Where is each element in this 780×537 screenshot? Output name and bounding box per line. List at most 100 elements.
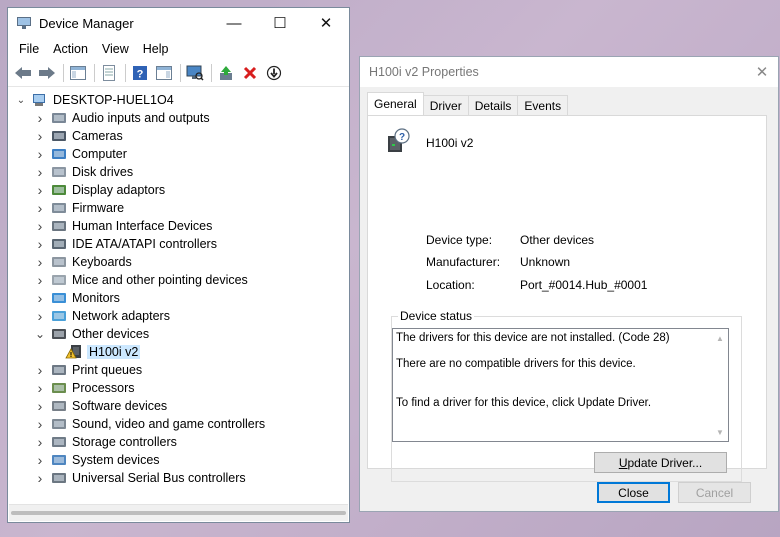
menu-file[interactable]: File (12, 42, 46, 56)
disable-device-icon[interactable] (263, 62, 285, 84)
expand-chevron-icon[interactable]: › (33, 181, 47, 199)
keyboard-icon (51, 255, 67, 269)
expand-chevron-icon[interactable]: › (33, 451, 47, 469)
expand-chevron-icon[interactable]: › (33, 235, 47, 253)
tree-category-row[interactable]: › Storage controllers (9, 433, 348, 451)
tab-driver[interactable]: Driver (422, 95, 469, 115)
expand-chevron-icon[interactable]: › (33, 469, 47, 487)
close-button[interactable]: ✕ (303, 8, 349, 38)
device-type-value: Other devices (520, 233, 595, 247)
expand-chevron-icon[interactable]: › (33, 307, 47, 325)
tree-category-row[interactable]: › Software devices (9, 397, 348, 415)
expand-chevron-icon[interactable]: › (33, 397, 47, 415)
dialog-title-bar[interactable]: H100i v2 Properties ✕ (360, 57, 778, 87)
tree-category-row[interactable]: › Firmware (9, 199, 348, 217)
minimize-button[interactable]: — (211, 8, 257, 38)
properties-icon[interactable] (98, 62, 120, 84)
tree-category-row[interactable]: › Print queues (9, 361, 348, 379)
tree-category-row[interactable]: › IDE ATA/ATAPI controllers (9, 235, 348, 253)
tree-category-row[interactable]: › Display adaptors (9, 181, 348, 199)
menu-help[interactable]: Help (136, 42, 176, 56)
uninstall-device-icon[interactable] (239, 62, 261, 84)
tab-strip: General Driver Details Events (367, 92, 569, 115)
tree-category-row[interactable]: ⌄ Other devices (9, 325, 348, 343)
help-icon[interactable]: ? (129, 62, 151, 84)
update-driver-icon[interactable] (215, 62, 237, 84)
device-tree[interactable]: ⌄ DESKTOP-HUEL1O4 › Audio inputs and outp… (9, 91, 348, 504)
expand-chevron-icon[interactable]: › (33, 289, 47, 307)
tree-device-row[interactable]: H100i v2 (9, 343, 348, 361)
expand-chevron-icon[interactable]: › (33, 127, 47, 145)
tree-category-row[interactable]: › Mice and other pointing devices (9, 271, 348, 289)
back-arrow-icon[interactable] (12, 62, 34, 84)
tab-details[interactable]: Details (467, 95, 519, 115)
title-bar[interactable]: Device Manager — ☐ ✕ (8, 8, 349, 38)
tree-category-row[interactable]: › System devices (9, 451, 348, 469)
device-status-textbox[interactable]: The drivers for this device are not inst… (392, 328, 729, 442)
tree-category-row[interactable]: › Disk drives (9, 163, 348, 181)
action-pane-icon[interactable] (153, 62, 175, 84)
expand-chevron-icon[interactable]: › (33, 109, 47, 127)
show-hide-console-tree-icon[interactable] (67, 62, 89, 84)
toolbar-separator (63, 64, 64, 82)
expand-chevron-icon[interactable]: › (33, 199, 47, 217)
expand-chevron-icon[interactable]: › (33, 271, 47, 289)
system-device-icon (51, 453, 67, 467)
status-line-2: There are no compatible drivers for this… (396, 358, 636, 370)
expand-chevron-icon[interactable]: › (33, 163, 47, 181)
expand-chevron-icon[interactable]: › (33, 361, 47, 379)
disk-drive-icon (51, 165, 67, 179)
tab-general[interactable]: General (367, 92, 424, 115)
tree-category-row[interactable]: › Computer (9, 145, 348, 163)
tree-category-row[interactable]: › Monitors (9, 289, 348, 307)
device-status-legend: Device status (398, 309, 475, 323)
horizontal-scrollbar[interactable] (9, 504, 348, 521)
close-dialog-button[interactable]: Close (597, 482, 670, 503)
expand-chevron-icon[interactable]: › (33, 433, 47, 451)
tree-root[interactable]: ⌄ DESKTOP-HUEL1O4 (9, 91, 348, 109)
scroll-up-icon[interactable]: ▲ (712, 331, 728, 345)
tree-category-row[interactable]: › Keyboards (9, 253, 348, 271)
maximize-button[interactable]: ☐ (257, 8, 303, 38)
tree-category-row[interactable]: › Cameras (9, 127, 348, 145)
toolbar-separator (180, 64, 181, 82)
status-line-3: To find a driver for this device, click … (396, 397, 652, 409)
update-driver-button[interactable]: Update Driver... (594, 452, 727, 473)
tree-category-row[interactable]: › Network adapters (9, 307, 348, 325)
expand-chevron-icon[interactable]: › (33, 379, 47, 397)
collapse-chevron-icon[interactable]: ⌄ (14, 91, 28, 109)
expand-chevron-icon[interactable]: › (33, 253, 47, 271)
properties-dialog: H100i v2 Properties ✕ General Driver Det… (359, 56, 779, 512)
speaker-icon (51, 111, 67, 125)
tab-events[interactable]: Events (517, 95, 569, 115)
menu-bar: File Action View Help (8, 38, 349, 60)
tree-root-label: DESKTOP-HUEL1O4 (53, 93, 174, 107)
cancel-button[interactable]: Cancel (678, 482, 751, 503)
status-scrollbar[interactable]: ▲ ▼ (712, 329, 728, 441)
device-header: ? H100i v2 (386, 128, 473, 157)
warning-device-icon (65, 343, 83, 362)
menu-view[interactable]: View (95, 42, 136, 56)
sound-controller-icon (51, 417, 67, 431)
menu-action[interactable]: Action (46, 42, 95, 56)
dialog-close-icon[interactable]: ✕ (752, 62, 772, 82)
category-list: › Audio inputs and outputs › Cameras › Comput… (9, 109, 348, 487)
scrollbar-thumb[interactable] (11, 511, 346, 515)
tree-category-row[interactable]: › Audio inputs and outputs (9, 109, 348, 127)
forward-arrow-icon[interactable] (36, 62, 58, 84)
scan-hardware-icon[interactable] (184, 62, 206, 84)
tree-category-row[interactable]: › Processors (9, 379, 348, 397)
collapse-chevron-icon[interactable]: ⌄ (33, 325, 47, 343)
tree-category-label: Processors (72, 381, 135, 395)
expand-chevron-icon[interactable]: › (33, 415, 47, 433)
tree-category-row[interactable]: › Sound, video and game controllers (9, 415, 348, 433)
dialog-title: H100i v2 Properties (369, 65, 479, 79)
toolbar: ? (8, 60, 349, 87)
tree-category-label: Firmware (72, 201, 125, 215)
tree-category-row[interactable]: › Universal Serial Bus controllers (9, 469, 348, 487)
device-manager-app-icon (17, 17, 31, 29)
expand-chevron-icon[interactable]: › (33, 145, 47, 163)
tree-category-row[interactable]: › Human Interface Devices (9, 217, 348, 235)
scroll-down-icon[interactable]: ▼ (712, 425, 728, 439)
expand-chevron-icon[interactable]: › (33, 217, 47, 235)
